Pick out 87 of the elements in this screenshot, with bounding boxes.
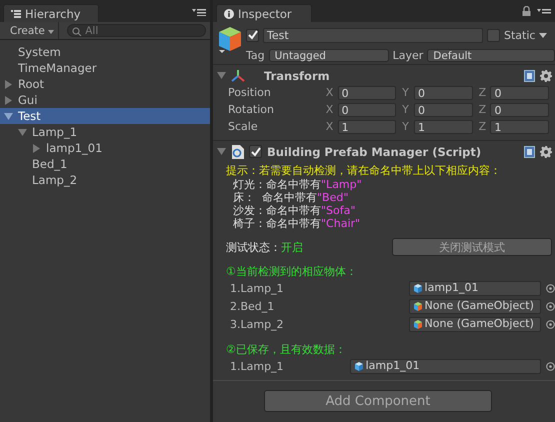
tag-dropdown[interactable]: Untagged [268, 48, 389, 62]
tag-label: Tag [246, 48, 265, 62]
expand-arrow-icon[interactable] [217, 147, 226, 156]
number-field[interactable]: 1 [490, 120, 549, 134]
axis-label: Z [478, 103, 488, 116]
number-field[interactable]: 1 [338, 120, 396, 134]
hierarchy-item[interactable]: Lamp_2 [0, 172, 210, 188]
number-field[interactable]: 0 [490, 102, 549, 116]
hint-text: 提示：若需要自动检测，请在命名中带上以下相应内容： [226, 164, 502, 178]
name-field[interactable]: Test [263, 28, 483, 42]
object-label: 1.Lamp_1 [230, 282, 285, 294]
property-label: Position [228, 86, 272, 99]
cube-icon [412, 283, 423, 293]
axis-label: X [326, 86, 334, 99]
hierarchy-item[interactable]: lamp1_01 [0, 140, 210, 156]
number-field[interactable]: 0 [490, 86, 549, 100]
toggle-test-mode-button[interactable]: 关闭测试模式 [392, 238, 552, 256]
status-text: 测试状态：开启 [226, 240, 303, 254]
section-heading: ①当前检测到的相应物体： [226, 264, 358, 279]
lock-icon[interactable] [522, 6, 531, 16]
object-label: 3.Lamp_2 [230, 318, 285, 330]
add-component-button[interactable]: Add Component [264, 390, 492, 412]
number-field[interactable]: 0 [414, 102, 473, 116]
settings-icon[interactable] [540, 146, 552, 158]
active-checkbox[interactable] [246, 28, 259, 42]
inspector-tab[interactable]: Inspector [216, 4, 312, 22]
property-label: Scale [228, 120, 259, 133]
search-icon [72, 27, 82, 36]
axis-label: X [326, 120, 334, 133]
axis-label: Y [402, 86, 410, 99]
hierarchy-item[interactable]: TimeManager [0, 60, 210, 76]
axis-label: Y [402, 120, 410, 133]
enabled-checkbox[interactable] [249, 145, 262, 158]
object-field[interactable]: None (GameObject) [408, 316, 542, 332]
list-icon [11, 10, 21, 18]
expand-arrow-icon[interactable] [217, 71, 226, 80]
property-label: Rotation [228, 103, 276, 116]
cube-icon [412, 319, 423, 329]
axes-icon [231, 68, 245, 82]
object-field[interactable]: lamp1_01 [408, 280, 542, 296]
hierarchy-item[interactable]: Root [0, 76, 210, 92]
number-field[interactable]: 0 [338, 86, 396, 100]
hierarchy-tab[interactable]: Hierarchy [3, 4, 99, 22]
component-title: Transform [264, 68, 330, 82]
hierarchy-item[interactable]: System [0, 44, 210, 60]
hierarchy-item[interactable]: Test [0, 108, 210, 124]
hierarchy-item[interactable]: Bed_1 [0, 156, 210, 172]
number-field[interactable]: 1 [414, 120, 473, 134]
object-label: 1.Lamp_1 [230, 360, 285, 372]
component-title: Building Prefab Manager (Script) [267, 144, 482, 158]
cube-icon [354, 361, 364, 371]
section-heading: ②已保存，且有效数据： [226, 342, 347, 357]
create-button[interactable]: Create [4, 22, 60, 39]
object-field[interactable]: None (GameObject) [408, 298, 542, 314]
object-picker-icon[interactable] [546, 362, 555, 370]
script-icon [231, 144, 244, 158]
dropdown-icon[interactable] [539, 32, 548, 38]
static-checkbox[interactable] [487, 28, 500, 42]
cube-icon [412, 301, 423, 311]
object-field[interactable]: lamp1_01 [350, 358, 542, 374]
axis-label: Z [478, 120, 488, 133]
hint-line: 沙发：命名中带有"Sofa" [232, 204, 356, 217]
info-icon [224, 8, 234, 18]
caret-icon [48, 30, 54, 34]
axis-label: Z [478, 86, 488, 99]
layer-label: Layer [392, 48, 424, 62]
number-field[interactable]: 0 [338, 102, 396, 116]
hint-line: 灯光：命名中带有"Lamp" [232, 178, 363, 191]
number-field[interactable]: 0 [414, 86, 473, 100]
hint-line: 椅子：命名中带有"Chair" [232, 217, 362, 230]
hint-line: 床： 命名中带有"Bed" [232, 191, 350, 204]
menu-icon[interactable] [192, 8, 206, 16]
axis-label: Y [402, 103, 410, 116]
help-book-icon[interactable] [524, 70, 535, 82]
object-label: 2.Bed_1 [230, 300, 276, 312]
layer-dropdown[interactable]: Default [427, 48, 555, 62]
settings-icon[interactable] [540, 70, 552, 82]
search-field[interactable]: All [67, 24, 206, 37]
expand-arrow-icon[interactable] [18, 128, 29, 136]
hierarchy-item[interactable]: Lamp_1 [0, 124, 210, 140]
static-label: Static [504, 28, 536, 42]
help-book-icon[interactable] [524, 146, 535, 158]
cube-icon [216, 24, 244, 56]
menu-icon[interactable] [537, 8, 551, 16]
expand-arrow-icon[interactable] [4, 112, 15, 120]
hierarchy-item[interactable]: Gui [0, 92, 210, 108]
axis-label: X [326, 103, 334, 116]
